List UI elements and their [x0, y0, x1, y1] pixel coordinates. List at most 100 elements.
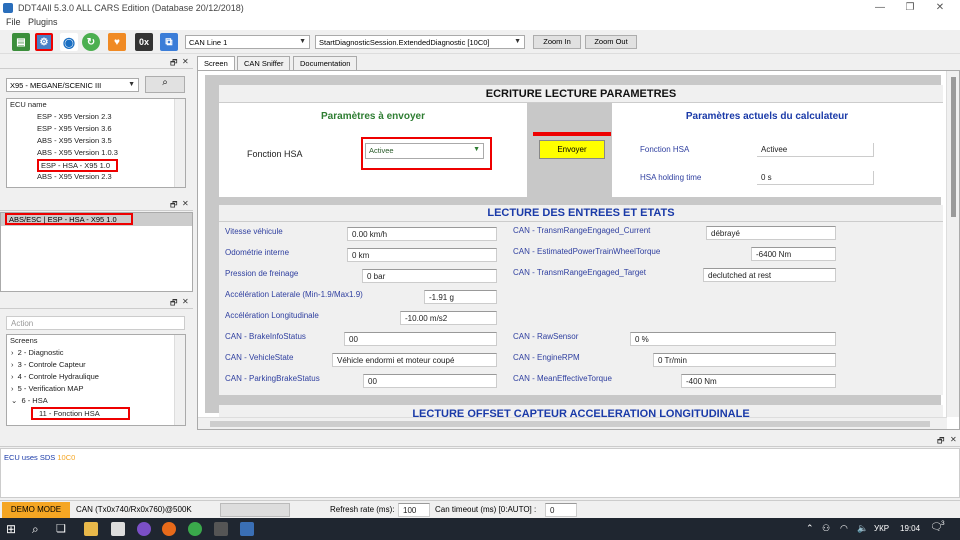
scan-icon[interactable]: ⚙ [35, 33, 53, 51]
list-item[interactable]: ESP - X95 Version 3.6 [7, 123, 185, 135]
app-icon [3, 3, 13, 13]
selected-ecu-row[interactable]: ABS/ESC | ESP - HSA - X95 1.0 [1, 213, 192, 226]
network-icon[interactable]: ⧉ [160, 33, 178, 51]
accel-longitudinale-label: Accélération Longitudinale [225, 311, 319, 320]
taskview-icon[interactable]: ❏ [56, 522, 66, 535]
screen-area: ECRITURE LECTURE PARAMETRES Paramètres à… [197, 70, 960, 430]
app-green-icon[interactable] [188, 522, 202, 536]
play-icon[interactable]: ↻ [82, 33, 100, 51]
accel-longitudinale-value: -10.00 m/s2 [400, 311, 497, 325]
screens-header: Screens [10, 336, 38, 345]
windows-icon[interactable]: ⊞ [6, 523, 16, 535]
tree-item[interactable]: › 3 - Controle Capteur [7, 359, 185, 371]
refresh-icon[interactable]: ◉ [60, 33, 78, 51]
tree-item-label: 3 - Controle Capteur [17, 360, 86, 369]
float-icon[interactable]: 🗗 [170, 297, 178, 311]
action-field[interactable]: Action [6, 316, 185, 330]
scroll-thumb[interactable] [951, 77, 956, 217]
mail-icon[interactable] [111, 522, 125, 536]
log-code: 10C0 [57, 453, 76, 462]
chevron-up-icon[interactable]: ⌃ [806, 523, 814, 534]
vitesse-value: 0.00 km/h [347, 227, 497, 241]
network-tray-icon[interactable]: ⚇ [822, 523, 830, 534]
close-panel-icon[interactable]: ✕ [950, 435, 957, 444]
refresh-input[interactable]: 100 [398, 503, 430, 517]
transm-target-value: declutched at rest [703, 268, 836, 282]
tab-screen[interactable]: Screen [197, 56, 235, 71]
explorer-icon[interactable] [84, 522, 98, 536]
scroll-thumb[interactable] [210, 421, 930, 427]
ddt4all-taskbar-icon[interactable] [240, 522, 254, 536]
title-bar: DDT4All 5.3.0 ALL CARS Edition (Database… [0, 0, 960, 16]
page-title: ECRITURE LECTURE PARAMETRES [485, 88, 677, 100]
float-icon[interactable]: 🗗 [170, 57, 178, 71]
zoom-in-button[interactable]: Zoom In [533, 35, 581, 49]
viber-icon[interactable] [137, 522, 151, 536]
list-item-selected[interactable]: ESP - HSA - X95 1.0 [7, 159, 185, 172]
enginerpm-label: CAN - EngineRPM [513, 353, 580, 362]
odometrie-label: Odométrie interne [225, 248, 290, 257]
list-item[interactable]: ABS - X95 Version 1.0.3 [7, 147, 185, 159]
send-button[interactable]: Envoyer [539, 140, 605, 159]
current-title: Paramètres actuels du calculateur [685, 111, 849, 122]
send-section: Paramètres à envoyer Fonction HSA Active… [219, 103, 527, 197]
tree-item[interactable]: › 5 - Verification MAP [7, 383, 185, 395]
pression-value: 0 bar [362, 269, 497, 283]
firefox-icon[interactable] [162, 522, 176, 536]
menu-file[interactable]: File [6, 17, 21, 27]
rawsensor-label: CAN - RawSensor [513, 332, 579, 341]
powertrain-torque-label: CAN - EstimatedPowerTrainWheelTorque [513, 247, 661, 256]
list-item[interactable]: ESP - X95 Version 2.3 [7, 111, 185, 123]
tree-item[interactable]: › 4 - Controle Hydraulique [7, 371, 185, 383]
heart-icon[interactable]: ♥ [108, 33, 126, 51]
ecu-list-scrollbar[interactable] [174, 99, 185, 187]
language-indicator[interactable]: УКР [874, 524, 889, 533]
taskbar: ⊞ ⌕ ❏ ⌃ ⚇ ◠ 🔈 УКР 19:04 🗨 3 [0, 518, 960, 540]
screen-hscroll[interactable] [198, 417, 947, 429]
restore-button[interactable]: ❐ [895, 1, 925, 15]
tab-can-sniffer[interactable]: CAN Sniffer [237, 56, 291, 70]
close-panel-icon[interactable]: ✕ [182, 199, 189, 208]
fonction-select[interactable]: Activee ▼ [365, 143, 484, 159]
transm-target-label: CAN - TransmRangeEngaged_Target [513, 268, 646, 277]
float-icon[interactable]: 🗗 [937, 435, 945, 449]
screen-vscroll[interactable] [946, 71, 959, 417]
tree-item-label: 11 - Fonction HSA [31, 407, 130, 420]
search-icon[interactable]: ⌕ [32, 522, 39, 537]
clock[interactable]: 19:04 [900, 524, 920, 533]
float-icon[interactable]: 🗗 [170, 199, 178, 213]
tab-documentation[interactable]: Documentation [293, 56, 358, 70]
vitesse-label: Vitesse véhicule [225, 227, 283, 236]
screens-scrollbar[interactable] [174, 335, 185, 425]
volume-icon[interactable]: 🔈 [857, 523, 868, 534]
tree-item[interactable]: ⌄ 6 - HSA [7, 395, 185, 407]
tree-item[interactable]: › 2 - Diagnostic [7, 347, 185, 359]
minimize-button[interactable]: — [865, 1, 895, 15]
terminal-icon[interactable] [214, 522, 228, 536]
can-line-select[interactable]: CAN Line 1 ▼ [185, 35, 310, 49]
progress-bar [220, 503, 290, 517]
vehicle-select[interactable]: X95 - MEGANE/SCENIC III ▼ [6, 78, 139, 92]
search-button[interactable]: ⌕ [145, 76, 185, 93]
close-button[interactable]: ✕ [925, 1, 955, 15]
fonction-select-value: Activee [369, 146, 394, 155]
session-select[interactable]: StartDiagnosticSession.ExtendedDiagnosti… [315, 35, 525, 49]
list-item[interactable]: ABS - X95 Version 3.5 [7, 135, 185, 147]
zoom-out-button[interactable]: Zoom Out [585, 35, 637, 49]
close-panel-icon[interactable]: ✕ [182, 57, 189, 66]
meantorque-value: -400 Nm [681, 374, 836, 388]
wifi-icon[interactable]: ◠ [840, 523, 848, 534]
can-status: CAN (Tx0x740/Rx0x760)@500K [76, 505, 192, 514]
ecriture-title-bar: ECRITURE LECTURE PARAMETRES [219, 85, 943, 103]
chevron-down-icon: ▼ [473, 146, 480, 153]
parkingbrake-label: CAN - ParkingBrakeStatus [225, 374, 320, 383]
menu-plugins[interactable]: Plugins [28, 17, 58, 27]
list-item[interactable]: ABS - X95 Version 2.3 [7, 171, 185, 183]
timeout-input[interactable]: 0 [545, 503, 577, 517]
window-title: DDT4All 5.3.0 ALL CARS Edition (Database… [18, 3, 244, 13]
screens-panel-header: 🗗 ✕ [0, 296, 193, 309]
hex-icon[interactable]: 0x [135, 33, 153, 51]
tree-item-selected[interactable]: 11 - Fonction HSA [7, 407, 185, 420]
close-panel-icon[interactable]: ✕ [182, 297, 189, 306]
connect-icon[interactable]: ▤ [12, 33, 30, 51]
